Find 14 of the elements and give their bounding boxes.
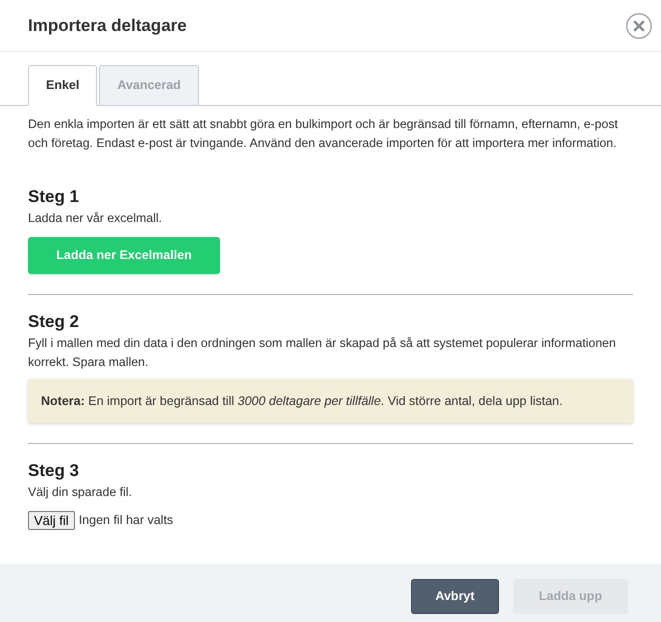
step-heading: Steg 2 xyxy=(28,311,80,333)
step-text: Fyll i mallen med din data i den ordningen som mallen är skapad på så att systemet populerar informationen korrekt. Spara mallen. xyxy=(28,335,617,371)
choose-file-button[interactable]: Välj fil xyxy=(28,511,75,530)
step-heading: Steg 1 xyxy=(28,186,80,208)
file-status: Ingen fil har valts xyxy=(78,512,174,530)
dialog-title: Importera deltagare xyxy=(28,14,187,37)
step-text: Välj din sparade fil. xyxy=(28,484,133,501)
close-icon[interactable] xyxy=(626,12,652,38)
step-heading: Steg 3 xyxy=(28,460,80,482)
tab[interactable]: Enkel xyxy=(28,65,98,106)
intro-text: Den enkla importen är ett sätt att snabbt göra en bulkimport och är begränsad till förnamn, efternamn, e-post och företag. Endast e-post är tvingande. Använd den avancerade importen för att importera mer information. xyxy=(28,116,619,152)
step-text: Ladda ner vår excelmall. xyxy=(28,210,163,227)
note-text: Notera: En import är begränsad till 3000 deltagare per tillfälle. Vid större antal, dela upp listan. xyxy=(41,392,563,410)
cancel-button[interactable]: Avbryt xyxy=(411,579,499,614)
